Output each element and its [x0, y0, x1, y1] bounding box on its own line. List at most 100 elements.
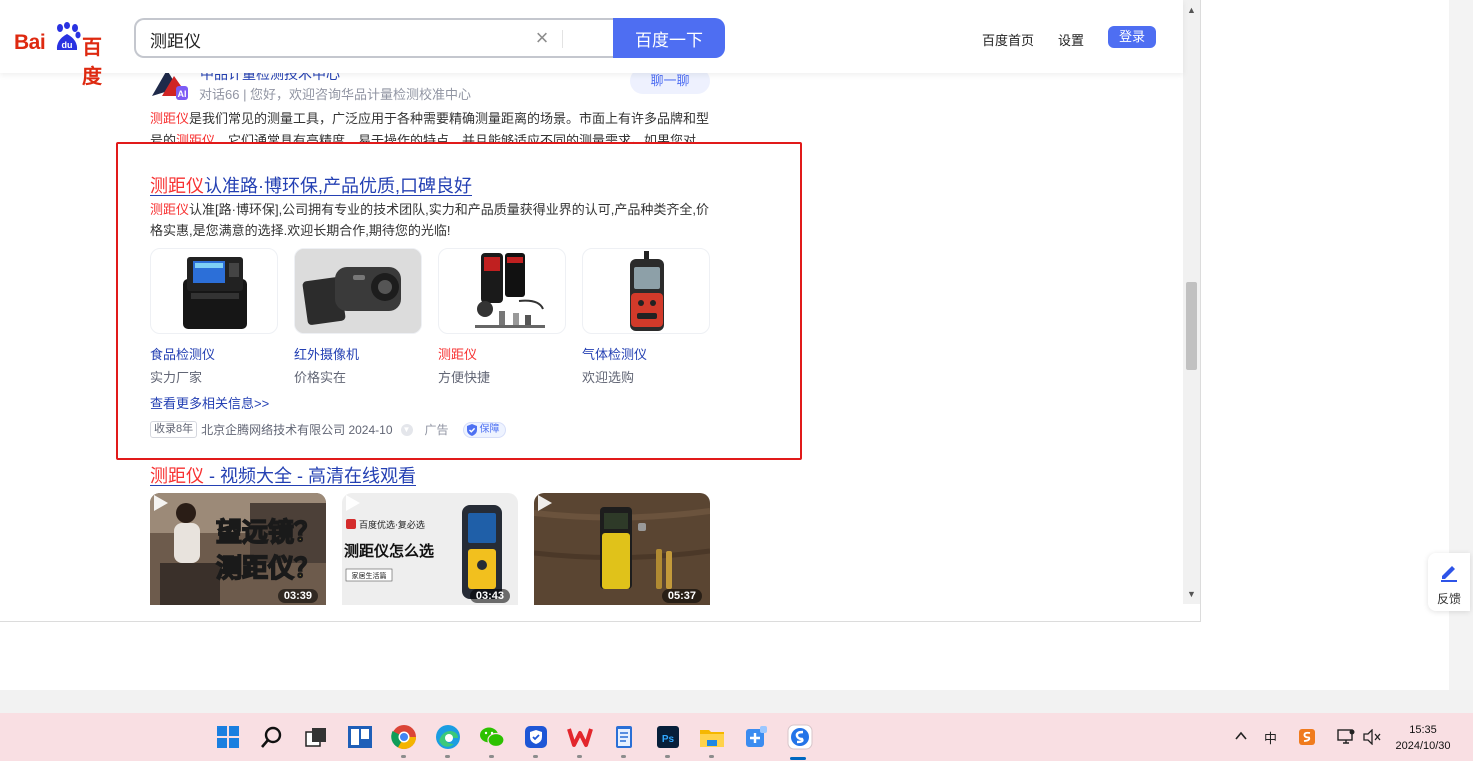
video-duration: 03:39: [277, 589, 318, 603]
dropdown-icon[interactable]: ▼: [400, 423, 413, 436]
logo-text-cn: 百度: [82, 37, 102, 88]
wechat-icon[interactable]: [478, 723, 506, 751]
running-indicator: [445, 755, 450, 758]
vertical-scrollbar[interactable]: ▲ ▼: [1183, 0, 1200, 604]
video-duration: 05:37: [661, 589, 702, 603]
volume-muted-icon[interactable]: [1362, 729, 1382, 745]
scroll-thumb[interactable]: [1186, 282, 1197, 370]
product-card-rangefinder[interactable]: 测距仪 方便快捷: [438, 248, 566, 386]
product-card-food-tester[interactable]: 食品检测仪 实力厂家: [150, 248, 278, 386]
running-indicator: [621, 755, 626, 758]
widgets-icon[interactable]: [346, 723, 374, 751]
search-icon[interactable]: [258, 723, 286, 751]
product-subtitle: 价格实在: [294, 370, 347, 385]
logo-text-du: du: [62, 40, 73, 50]
ime-indicator[interactable]: 中: [1264, 728, 1277, 747]
shield-check-icon: [466, 423, 477, 436]
windows-start-icon[interactable]: [214, 723, 242, 751]
play-icon[interactable]: [342, 493, 362, 513]
snipping-tool-icon[interactable]: [742, 723, 770, 751]
product-image-rangefinder[interactable]: [438, 248, 566, 334]
ad-company[interactable]: 北京企腾网络技术有限公司 2024-10: [201, 421, 392, 438]
product-card-gas-detector[interactable]: 气体检测仪 欢迎选购: [582, 248, 710, 386]
search-button[interactable]: 百度一下: [613, 18, 725, 58]
play-icon[interactable]: [150, 493, 170, 513]
notepad-icon[interactable]: [610, 723, 638, 751]
pen-edit-icon: [1441, 566, 1457, 582]
security-app-icon[interactable]: [522, 723, 550, 751]
video-tag-text: 家居生活篇: [352, 571, 387, 580]
photoshop-icon[interactable]: Ps: [654, 723, 682, 751]
feedback-button[interactable]: 反馈: [1428, 553, 1470, 611]
baidu-logo[interactable]: Bai du 百度: [14, 20, 120, 88]
browser-viewport: Bai du 百度 × 百度一下 百度首页 设置 登录 AI 中品计量检测技术中: [0, 0, 1201, 622]
indexed-years-badge: 收录8年: [150, 421, 198, 438]
edge-icon[interactable]: [434, 723, 462, 751]
more-info-link[interactable]: 查看更多相关信息>>: [150, 393, 269, 412]
network-icon[interactable]: [1336, 728, 1356, 746]
sogou-ime-icon[interactable]: [1298, 728, 1316, 746]
product-image-food-tester[interactable]: [150, 248, 278, 334]
search-box: ×: [134, 18, 614, 58]
system-clock[interactable]: 15:35 2024/10/30: [1390, 722, 1456, 754]
running-indicator: [401, 755, 406, 758]
clock-time: 15:35: [1409, 724, 1437, 736]
baidu-home-link[interactable]: 百度首页: [982, 30, 1034, 49]
product-name[interactable]: 气体检测仪: [582, 344, 710, 362]
taskbar: Ps 中 15:35 2024/10/30: [0, 713, 1473, 761]
video-result-title[interactable]: 测距仪 - 视频大全 - 高清在线观看: [150, 462, 416, 488]
running-indicator: [665, 755, 670, 758]
prev-result-meta: 对话66 | 您好，欢迎咨询华品计量检测校准中心: [199, 87, 472, 102]
blank-area: [0, 622, 1449, 690]
product-image-infrared-camera[interactable]: [294, 248, 422, 334]
svg-text:AI: AI: [178, 89, 187, 99]
sogou-browser-icon[interactable]: [786, 723, 814, 751]
video-brand-text: 百度优选·复必选: [359, 519, 425, 531]
search-divider: [562, 30, 563, 48]
search-header: Bai du 百度 × 百度一下 百度首页 设置 登录: [0, 0, 1183, 88]
product-name[interactable]: 测距仪: [438, 344, 566, 362]
product-image-gas-detector[interactable]: [582, 248, 710, 334]
bottom-strip: [0, 690, 1473, 713]
product-name[interactable]: 食品检测仪: [150, 344, 278, 362]
product-subtitle: 欢迎选购: [582, 370, 635, 385]
running-indicator: [709, 755, 714, 758]
wps-icon[interactable]: [566, 723, 594, 751]
product-subtitle: 实力厂家: [150, 370, 203, 385]
scroll-up-arrow[interactable]: ▲: [1183, 2, 1200, 18]
video-card-2[interactable]: 百度优选·复必选 测距仪怎么选 家居生活篇 03:43: [342, 493, 518, 605]
logo-text-bai: Bai: [14, 31, 46, 54]
product-subtitle: 方便快捷: [438, 370, 491, 385]
login-button[interactable]: 登录: [1108, 26, 1156, 48]
video-duration: 03:43: [469, 589, 510, 603]
product-card-infrared-camera[interactable]: 红外摄像机 价格实在: [294, 248, 422, 386]
video-card-1[interactable]: 望远镜？ 测距仪？ 03:39: [150, 493, 326, 605]
video-card-3[interactable]: 05:37: [534, 493, 710, 605]
active-app-indicator: [790, 757, 806, 760]
tray-chevron-up-icon[interactable]: [1234, 730, 1248, 742]
chrome-icon[interactable]: [390, 723, 418, 751]
running-indicator: [489, 755, 494, 758]
clock-date: 2024/10/30: [1395, 740, 1451, 752]
running-indicator: [533, 755, 538, 758]
clear-icon[interactable]: ×: [532, 27, 552, 49]
settings-link[interactable]: 设置: [1058, 30, 1084, 49]
ad-result-title[interactable]: 测距仪认准路·博环保,产品优质,口碑良好: [150, 172, 472, 198]
svg-text:Ps: Ps: [662, 734, 675, 745]
prev-result-desc: 测距仪是我们常见的测量工具，广泛应用于各种需要精确测量距离的场景。市面上有许多品…: [150, 111, 710, 144]
scroll-down-arrow[interactable]: ▼: [1183, 586, 1200, 602]
task-view-icon[interactable]: [302, 723, 330, 751]
running-indicator: [577, 755, 582, 758]
ad-meta-row: 收录8年 北京企腾网络技术有限公司 2024-10 ▼ 广告 保障: [150, 421, 506, 438]
search-input[interactable]: [150, 29, 510, 49]
guarantee-badge[interactable]: 保障: [462, 421, 506, 438]
ad-result-desc: 测距仪认准[路·博环保],公司拥有专业的技术团队,实力和产品质量获得业界的认可,…: [150, 202, 710, 238]
product-name[interactable]: 红外摄像机: [294, 344, 422, 362]
video-overlay-text: 测距仪怎么选: [344, 542, 434, 560]
file-explorer-icon[interactable]: [698, 723, 726, 751]
play-icon[interactable]: [534, 493, 554, 513]
feedback-label: 反馈: [1436, 592, 1461, 606]
video-overlay-text: 测距仪？: [216, 554, 320, 584]
video-overlay-text: 望远镜？: [216, 517, 320, 548]
ad-label: 广告: [424, 423, 449, 437]
